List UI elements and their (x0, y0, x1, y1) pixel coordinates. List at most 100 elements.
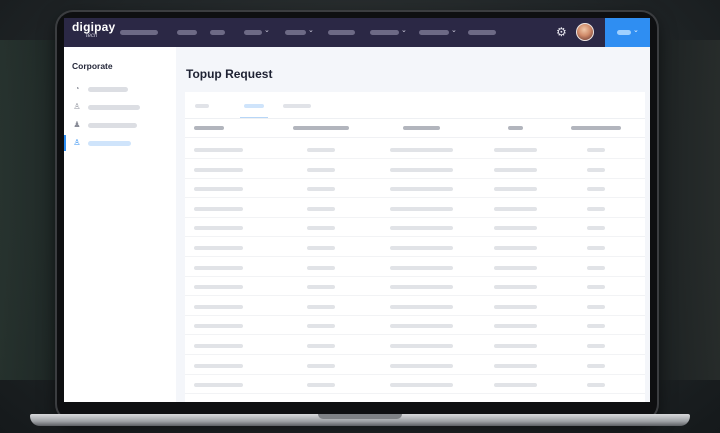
pie-chart-icon: ◔ (74, 84, 80, 93)
table-cell (587, 383, 605, 388)
table-cell (494, 187, 537, 192)
tab-label (283, 104, 311, 108)
chevron-down-icon: ⌄ (401, 27, 407, 34)
content-card (185, 92, 645, 402)
background-right (650, 40, 720, 380)
app-logo[interactable]: digipay tech (72, 21, 116, 43)
nav-item-8[interactable] (419, 30, 449, 35)
chevron-down-icon: ⌄ (451, 27, 457, 34)
sidebar-item-3[interactable]: ♟ (64, 120, 176, 132)
table-cell (390, 344, 453, 348)
table-row[interactable] (185, 238, 645, 257)
column-header[interactable] (194, 126, 224, 130)
chevron-down-icon: ⌄ (633, 27, 639, 34)
table-cell (494, 167, 537, 172)
nav-item-4[interactable] (244, 30, 262, 35)
column-header[interactable] (293, 126, 349, 130)
table-cell (390, 285, 453, 290)
table-cell (307, 246, 335, 250)
table-row[interactable] (185, 258, 645, 277)
sidebar-item-label (88, 87, 128, 92)
table-cell (307, 304, 335, 309)
table-cell (194, 383, 243, 388)
table-cell (587, 148, 605, 152)
group-icon: ♟ (73, 120, 81, 129)
table-row[interactable] (185, 140, 645, 159)
table-cell (307, 324, 335, 329)
column-header[interactable] (508, 126, 523, 130)
primary-action-button[interactable]: ⌄ (605, 18, 650, 47)
table-cell (494, 344, 537, 348)
table-cell (194, 226, 243, 231)
table-cell (494, 304, 537, 309)
table-cell (390, 324, 453, 329)
nav-item-5[interactable] (285, 30, 306, 35)
chevron-down-icon: ⌄ (308, 27, 314, 34)
nav-item-3[interactable] (210, 30, 225, 35)
table-cell (390, 167, 453, 172)
table-cell (390, 226, 453, 231)
table-cell (390, 265, 453, 270)
table-row[interactable] (185, 160, 645, 179)
user-tree-icon: ♙ (73, 102, 81, 111)
table-row[interactable] (185, 199, 645, 218)
chevron-down-icon: ⌄ (264, 27, 270, 34)
table-cell (494, 265, 537, 270)
table-cell (494, 324, 537, 329)
table-cell (307, 363, 335, 368)
table-cell (194, 304, 243, 309)
sidebar-item-label (88, 105, 140, 110)
table-cell (587, 206, 605, 211)
table-row[interactable] (185, 336, 645, 355)
table-cell (587, 304, 605, 309)
avatar[interactable] (576, 23, 594, 41)
table-cell (390, 383, 453, 388)
tab-1[interactable] (195, 102, 209, 118)
table-cell (194, 265, 243, 270)
table-cell (194, 246, 243, 250)
active-indicator (64, 135, 66, 151)
table-row[interactable] (185, 375, 645, 395)
nav-item-2[interactable] (177, 30, 197, 35)
tab-label (195, 104, 209, 108)
primary-action-label (617, 30, 631, 35)
tab-2-active[interactable] (240, 102, 268, 118)
table-cell (194, 363, 243, 368)
table-row[interactable] (185, 316, 645, 336)
tab-3[interactable] (283, 102, 311, 118)
sidebar-item-label (88, 141, 131, 146)
sidebar-item-4-active[interactable]: ♙ (64, 135, 176, 151)
table-cell (390, 206, 453, 211)
table-row[interactable] (185, 218, 645, 238)
nav-item-7[interactable] (370, 30, 399, 35)
sidebar: Corporate ◔ ♙ ♟ ♙ (64, 47, 176, 402)
table-cell (307, 206, 335, 211)
logo-subtext: tech (86, 33, 98, 39)
table-row[interactable] (185, 179, 645, 199)
table-cell (587, 344, 605, 348)
page-title: Topup Request (186, 67, 273, 81)
table-row[interactable] (185, 356, 645, 375)
column-header[interactable] (571, 126, 621, 130)
laptop-notch (318, 414, 402, 419)
table-cell (587, 167, 605, 172)
table-cell (307, 167, 335, 172)
table-cell (390, 363, 453, 368)
table-cell (587, 246, 605, 250)
sidebar-item-1[interactable]: ◔ (64, 84, 176, 96)
table-cell (194, 206, 243, 211)
column-header[interactable] (403, 126, 440, 130)
table-row[interactable] (185, 297, 645, 316)
table-cell (587, 226, 605, 231)
table-cell (194, 167, 243, 172)
table-cell (194, 148, 243, 152)
table-row[interactable] (185, 277, 645, 297)
sidebar-item-2[interactable]: ♙ (64, 102, 176, 114)
tab-label (244, 104, 264, 108)
table-cell (494, 285, 537, 290)
nav-item-1[interactable] (120, 30, 158, 35)
gear-icon[interactable]: ⚙ (556, 26, 567, 38)
table-cell (587, 285, 605, 290)
nav-item-6[interactable] (328, 30, 355, 35)
nav-item-9[interactable] (468, 30, 496, 35)
